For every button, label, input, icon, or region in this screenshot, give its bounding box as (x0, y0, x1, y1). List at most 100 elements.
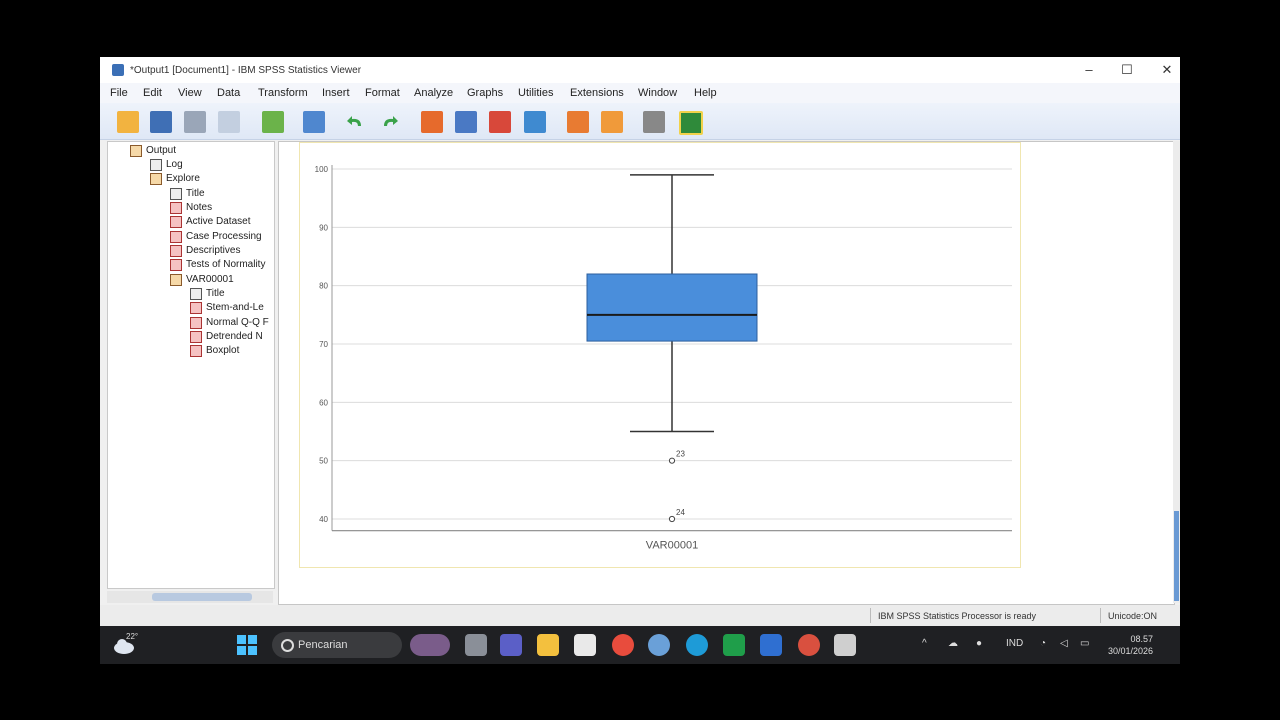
search-placeholder: Pencarian (298, 639, 348, 651)
status-bar: IBM SPSS Statistics Processor is ready U… (100, 605, 1180, 626)
export-icon[interactable] (262, 111, 284, 133)
wifi-icon[interactable]: ◔ (1040, 638, 1046, 649)
y-tick-label: 100 (315, 165, 329, 174)
chrome-icon[interactable] (612, 634, 634, 656)
chart-icon (190, 317, 202, 329)
y-tick-label: 50 (319, 457, 328, 466)
menu-bar: File Edit View Data Transform Insert For… (100, 83, 1180, 103)
toolbar (100, 103, 1180, 140)
outlier-label: 23 (676, 450, 685, 459)
taskbar-search[interactable]: Pencarian (272, 632, 402, 658)
y-tick-label: 40 (319, 515, 328, 524)
navigator-horizontal-scrollbar[interactable] (107, 591, 273, 603)
table-icon (170, 259, 182, 271)
word-icon[interactable] (760, 634, 782, 656)
task-view-icon[interactable] (465, 634, 487, 656)
menu-insert[interactable]: Insert (322, 87, 350, 99)
output-content-pane: 40 50 60 70 80 90 100 23 24 VAR00001 (278, 141, 1175, 605)
content-scroll-thumb[interactable] (1174, 511, 1179, 601)
y-tick-label: 80 (319, 282, 328, 291)
minimize-button[interactable]: – (1076, 61, 1102, 79)
clock-date: 30/01/2026 (1108, 646, 1154, 656)
start-button[interactable] (236, 634, 258, 656)
print-icon[interactable] (184, 111, 206, 133)
file-explorer-icon[interactable] (537, 634, 559, 656)
menu-window[interactable]: Window (638, 87, 677, 99)
book-icon (130, 145, 142, 157)
undo-icon[interactable] (344, 111, 366, 133)
goto-data-icon[interactable] (421, 111, 443, 133)
language-indicator[interactable]: IND (1006, 638, 1023, 649)
open-icon[interactable] (117, 111, 139, 133)
widget-icon[interactable] (410, 634, 450, 656)
menu-analyze[interactable]: Analyze (414, 87, 453, 99)
taskbar-clock[interactable]: 08.57 30/01/2026 (1108, 633, 1153, 657)
menu-help[interactable]: Help (694, 87, 717, 99)
navigator-scroll-thumb[interactable] (152, 593, 252, 601)
log-icon (150, 159, 162, 171)
outlier-label: 24 (676, 508, 685, 517)
spss-viewer-window: *Output1 [Document1] - IBM SPSS Statisti… (100, 57, 1180, 626)
content-vertical-scrollbar[interactable] (1173, 141, 1180, 603)
y-tick-label: 70 (319, 340, 328, 349)
goto-variable-icon[interactable] (489, 111, 511, 133)
store-icon[interactable] (574, 634, 596, 656)
search-icon (281, 639, 294, 652)
table-icon (170, 231, 182, 243)
boxplot-chart-frame[interactable]: 40 50 60 70 80 90 100 23 24 VAR00001 (299, 142, 1021, 568)
clock-time: 08.57 (1130, 634, 1154, 644)
outlier-point (668, 457, 676, 464)
title-bar: *Output1 [Document1] - IBM SPSS Statisti… (100, 57, 1180, 83)
edge-icon[interactable] (686, 634, 708, 656)
print-preview-icon[interactable] (218, 111, 240, 133)
microphone-icon[interactable]: ● (976, 638, 982, 649)
onedrive-icon[interactable]: ☁ (948, 638, 958, 649)
promote-icon[interactable] (601, 111, 623, 133)
menu-data[interactable]: Data (217, 87, 240, 99)
menu-view[interactable]: View (178, 87, 202, 99)
chart-icon (190, 345, 202, 357)
spss-taskbar-icon[interactable] (648, 634, 670, 656)
temperature: 22° (126, 632, 139, 641)
unicode-status: Unicode:ON (1108, 611, 1158, 621)
recall-dialog-icon[interactable] (303, 111, 325, 133)
notes-icon (170, 202, 182, 214)
app-icon[interactable] (834, 634, 856, 656)
title-icon (170, 188, 182, 200)
window-title: *Output1 [Document1] - IBM SPSS Statisti… (130, 65, 362, 76)
menu-transform[interactable]: Transform (258, 87, 308, 99)
windows-logo-icon (237, 635, 257, 655)
menu-graphs[interactable]: Graphs (467, 87, 503, 99)
menu-extensions[interactable]: Extensions (570, 87, 624, 99)
book-icon (170, 274, 182, 286)
tray-chevron-icon[interactable]: ^ (922, 638, 927, 649)
maximize-button[interactable]: ☐ (1114, 61, 1140, 79)
goto-case-icon[interactable] (455, 111, 477, 133)
y-tick-label: 60 (319, 398, 328, 407)
close-button[interactable]: ✕ (1154, 61, 1180, 79)
table-icon (170, 245, 182, 257)
chart-icon (190, 302, 202, 314)
battery-icon[interactable]: ▭ (1080, 638, 1089, 649)
excel-icon[interactable] (723, 634, 745, 656)
variables-icon[interactable] (524, 111, 546, 133)
boxplot-chart: 40 50 60 70 80 90 100 23 24 VAR00001 (315, 165, 1012, 552)
y-tick-label: 90 (319, 223, 328, 232)
menu-edit[interactable]: Edit (143, 87, 162, 99)
insert-output-icon[interactable] (567, 111, 589, 133)
designate-window-icon[interactable] (643, 111, 665, 133)
run-script-icon[interactable] (679, 111, 703, 135)
chrome-profile-icon[interactable] (798, 634, 820, 656)
status-divider (870, 608, 871, 623)
menu-utilities[interactable]: Utilities (518, 87, 553, 99)
redo-icon[interactable] (379, 111, 401, 133)
menu-format[interactable]: Format (365, 87, 400, 99)
book-icon (150, 173, 162, 185)
windows-taskbar: 22° Pencarian ^ ☁ ● IND ◔ ◁ ▭ 08.57 30/0… (100, 626, 1180, 664)
title-icon (190, 288, 202, 300)
teams-icon[interactable] (500, 634, 522, 656)
menu-file[interactable]: File (110, 87, 128, 99)
volume-icon[interactable]: ◁ (1060, 638, 1068, 649)
save-icon[interactable] (150, 111, 172, 133)
processor-status: IBM SPSS Statistics Processor is ready (878, 611, 1037, 621)
